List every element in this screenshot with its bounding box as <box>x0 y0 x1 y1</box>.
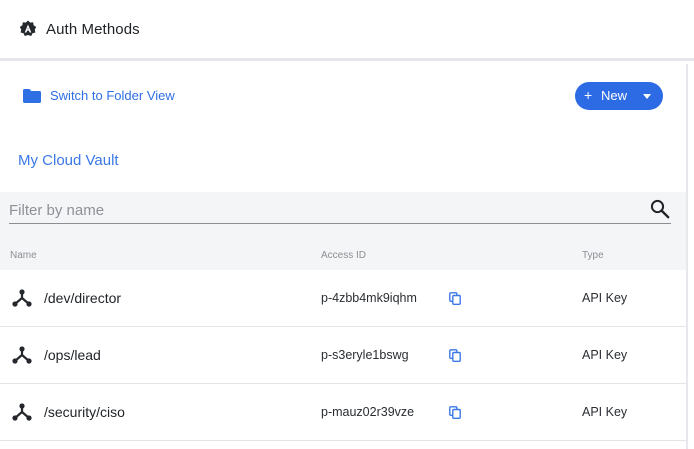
new-button-label: New <box>601 88 628 103</box>
api-key-auth-icon <box>12 289 32 307</box>
panel-divider <box>686 64 688 449</box>
switch-to-folder-view-link[interactable]: Switch to Folder View <box>23 88 175 103</box>
search-icon[interactable] <box>650 199 670 219</box>
copy-icon[interactable] <box>449 292 461 305</box>
toolbar: Switch to Folder View + New <box>0 64 686 128</box>
auth-method-name: /security/ciso <box>44 404 125 420</box>
table-row[interactable]: /dev/director p-4zbb4mk9iqhm API Key <box>0 270 686 327</box>
access-id: p-s3eryle1bswg <box>321 348 409 362</box>
new-button[interactable]: + New <box>575 82 663 110</box>
auth-methods-icon <box>19 20 37 38</box>
page-title: Auth Methods <box>46 20 140 38</box>
column-header-name[interactable]: Name <box>10 250 37 261</box>
plus-icon: + <box>584 87 593 103</box>
access-id: p-4zbb4mk9iqhm <box>321 291 417 305</box>
copy-icon[interactable] <box>449 406 461 419</box>
table-header: Name Access ID Type <box>0 240 686 270</box>
table-row[interactable]: /ops/lead p-s3eryle1bswg API Key <box>0 327 686 384</box>
table-row[interactable]: /security/ciso p-mauz02r39vze API Key <box>0 384 686 441</box>
access-id: p-mauz02r39vze <box>321 405 415 419</box>
api-key-auth-icon <box>12 403 32 421</box>
filter-input[interactable] <box>9 198 671 224</box>
auth-type: API Key <box>582 348 628 362</box>
copy-icon[interactable] <box>449 349 461 362</box>
auth-method-name: /dev/director <box>44 290 122 306</box>
chevron-down-icon[interactable] <box>643 94 651 99</box>
folder-icon <box>23 88 41 103</box>
auth-type: API Key <box>582 291 628 305</box>
top-bar: Auth Methods <box>0 0 694 61</box>
column-header-access-id[interactable]: Access ID <box>321 250 366 261</box>
vault-name-link[interactable]: My Cloud Vault <box>18 152 119 169</box>
column-header-type[interactable]: Type <box>582 250 604 261</box>
api-key-auth-icon <box>12 346 32 364</box>
filter-bar <box>0 192 686 240</box>
auth-type: API Key <box>582 405 628 419</box>
auth-method-name: /ops/lead <box>44 347 101 363</box>
switch-to-folder-view-label: Switch to Folder View <box>50 88 175 103</box>
